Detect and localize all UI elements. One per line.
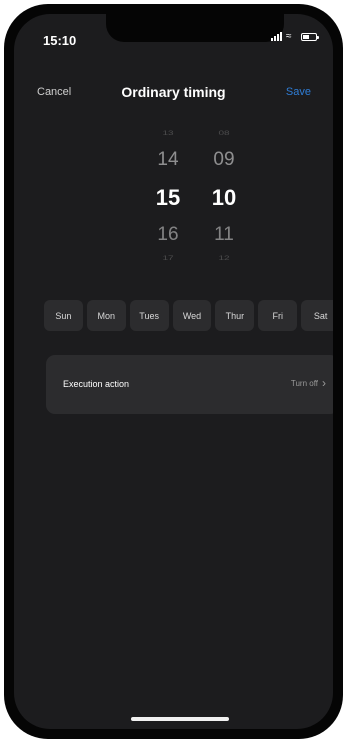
picker-option[interactable]: 17 (148, 255, 188, 263)
picker-option[interactable]: 16 (148, 218, 188, 252)
save-button[interactable]: Save (286, 86, 311, 98)
execution-action-value[interactable]: Turn off › (290, 376, 326, 390)
selected-minute[interactable]: 10 (204, 178, 244, 218)
weekday-selector: Sun Mon Tues Wed Thur Fri Sat (44, 300, 333, 331)
screen: 15:10 ≈ Cancel Ordinary timing Save 13 1… (14, 14, 333, 729)
execution-action-row[interactable]: Execution action Turn off › (46, 355, 333, 414)
day-thu-button[interactable]: Thur (215, 300, 255, 331)
day-fri-button[interactable]: Fri (258, 300, 298, 331)
notch (106, 14, 284, 42)
signal-icon (271, 32, 282, 41)
hour-picker[interactable]: 13 14 15 16 17 (148, 126, 188, 266)
phone-frame: 15:10 ≈ Cancel Ordinary timing Save 13 1… (4, 4, 343, 739)
picker-option[interactable]: 08 (204, 129, 244, 139)
picker-option[interactable]: 13 (148, 129, 188, 139)
status-icons: ≈ (271, 31, 319, 42)
chevron-right-icon: › (322, 376, 326, 390)
picker-option[interactable]: 14 (148, 142, 188, 178)
execution-action-label: Execution action (63, 379, 130, 389)
day-mon-button[interactable]: Mon (86, 300, 126, 331)
day-sun-button[interactable]: Sun (44, 300, 83, 331)
day-wed-button[interactable]: Wed (172, 300, 212, 331)
picker-option[interactable]: 09 (204, 142, 244, 178)
picker-option[interactable]: 12 (204, 255, 244, 263)
selected-hour[interactable]: 15 (148, 178, 188, 218)
wifi-icon: ≈ (286, 31, 292, 42)
day-tue-button[interactable]: Tues (129, 300, 169, 331)
picker-option[interactable]: 11 (204, 218, 244, 252)
home-indicator[interactable] (131, 717, 229, 721)
day-sat-button[interactable]: Sat (301, 300, 333, 331)
battery-icon (301, 33, 319, 41)
execution-action-text: Turn off (290, 379, 318, 388)
minute-picker[interactable]: 08 09 10 11 12 (204, 126, 244, 266)
status-time: 15:10 (43, 33, 77, 48)
